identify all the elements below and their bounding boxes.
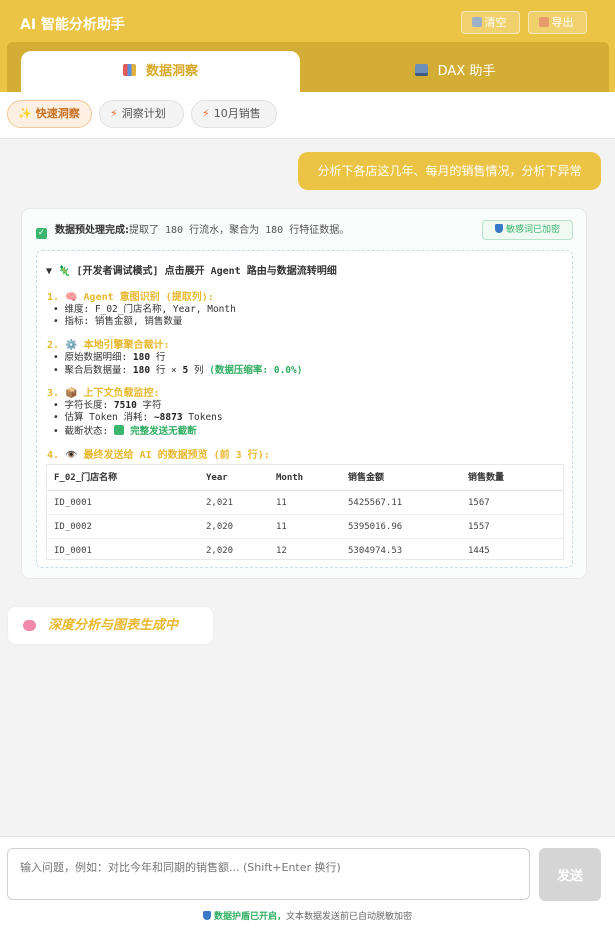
sensitive-label: 敏感词已加密 xyxy=(505,225,560,235)
input-area: 发送 数据护盾已开启，文本数据发送前已自动脱敏加密 xyxy=(0,836,615,930)
sparkle-icon: ✨ xyxy=(18,107,32,120)
chip-insight-plan[interactable]: ⚡ 洞察计划 xyxy=(99,100,184,128)
truncation-line: • 截断状态: 完整发送无截断 xyxy=(53,423,197,437)
bolt-icon: ⚡ xyxy=(202,107,210,120)
intent-metrics: • 指标: 销售金额, 销售数量 xyxy=(53,316,183,327)
generating-indicator: 深度分析与图表生成中 xyxy=(8,607,213,644)
table-cell: 5304974.53 xyxy=(348,546,403,556)
header-cell: 销售金额 xyxy=(348,473,385,483)
shield-icon xyxy=(494,224,503,233)
table-cell: 11 xyxy=(276,522,287,532)
table-row: ID_0001 2,021 11 5425567.11 1567 xyxy=(47,491,563,515)
tab-bar: 数据洞察 DAX 助手 xyxy=(7,42,609,92)
check-icon xyxy=(114,425,125,435)
laptop-icon xyxy=(414,64,428,76)
agg-cols: 5 xyxy=(182,365,189,376)
table-cell: ID_0001 xyxy=(54,546,92,556)
table-cell: 2,021 xyxy=(206,498,234,508)
chip-quick-insight[interactable]: ✨ 快速洞察 xyxy=(7,100,92,128)
token-value: ~8873 xyxy=(153,412,183,423)
truncation-status: 完整发送无截断 xyxy=(130,426,197,437)
raw-rows-line: • 原始数据明细: 180 行 xyxy=(53,349,165,363)
bar-chart-icon xyxy=(122,64,136,76)
header-cell: 销售数量 xyxy=(468,473,505,483)
app-header: AI 智能分析助手 清空 导出 数据洞察 DAX 助手 xyxy=(0,0,615,92)
table-cell: ID_0001 xyxy=(54,498,92,508)
table-cell: 5425567.11 xyxy=(348,498,403,508)
table-row: ID_0002 2,020 11 5395016.96 1557 xyxy=(47,515,563,539)
checkbox-icon: ✓ xyxy=(36,228,47,239)
preprocess-text: 提取了 180 行流水，聚合为 180 行特征数据。 xyxy=(129,225,350,236)
table-cell: 5395016.96 xyxy=(348,522,403,532)
export-icon xyxy=(538,17,549,27)
quick-actions-bar: ✨ 快速洞察 ⚡ 洞察计划 ⚡ 10月销售 xyxy=(0,92,615,139)
agg-suffix: 列 xyxy=(193,365,204,376)
chip-october-sales[interactable]: ⚡ 10月销售 xyxy=(191,100,277,128)
truncation-prefix: • 截断状态: xyxy=(53,426,109,437)
section-preview-title: 4. 👁️ 最终发送给 AI 的数据预览 (前 3 行): xyxy=(47,450,270,461)
data-preview-table: F_02_门店名称 Year Month 销售金额 销售数量 ID_0001 2… xyxy=(46,464,564,560)
table-cell: 1567 xyxy=(468,498,490,508)
header-cell: Month xyxy=(276,473,304,483)
agg-rows: 180 xyxy=(132,365,151,376)
compression-ratio: (数据压缩率: 0.0%) xyxy=(209,365,303,376)
aggregated-rows-line: • 聚合后数据量: 180 行 × 5 列 (数据压缩率: 0.0%) xyxy=(53,362,302,376)
tab-label: DAX 助手 xyxy=(437,64,496,79)
header-cell: Year xyxy=(206,473,228,483)
token-line: • 估算 Token 消耗: ~8873 Tokens xyxy=(53,409,223,423)
assistant-message-card: ✓ 数据预处理完成:提取了 180 行流水，聚合为 180 行特征数据。 敏感词已… xyxy=(21,208,587,579)
guard-text: 文本数据发送前已自动脱敏加密 xyxy=(286,912,413,922)
clear-label: 清空 xyxy=(484,16,507,29)
table-row: ID_0001 2,020 12 5304974.53 1445 xyxy=(47,539,563,563)
chip-label: 洞察计划 xyxy=(121,107,166,120)
table-cell: ID_0002 xyxy=(54,522,92,532)
brain-icon xyxy=(23,620,36,631)
token-prefix: • 估算 Token 消耗: xyxy=(53,412,149,423)
header-cell: F_02_门店名称 xyxy=(54,473,118,483)
user-message: 分析下各店这几年、每月的销售情况，分析下异常 xyxy=(298,152,601,190)
clear-button[interactable]: 清空 xyxy=(461,11,520,34)
chip-label: 快速洞察 xyxy=(35,107,80,120)
table-cell: 1445 xyxy=(468,546,490,556)
shield-icon xyxy=(202,911,211,920)
table-header: F_02_门店名称 Year Month 销售金额 销售数量 xyxy=(47,465,563,491)
debug-toggle[interactable]: ▼ 🦎 [开发者调试模式] 点击展开 Agent 路由与数据流转明细 xyxy=(46,262,337,277)
bolt-icon: ⚡ xyxy=(110,107,118,120)
data-guard-notice: 数据护盾已开启，文本数据发送前已自动脱敏加密 xyxy=(0,909,615,922)
trash-icon xyxy=(471,17,482,27)
tab-data-insight[interactable]: 数据洞察 xyxy=(21,51,300,92)
chip-label: 10月销售 xyxy=(213,107,261,120)
token-suffix: Tokens xyxy=(188,412,223,423)
agg-prefix: • 聚合后数据量: xyxy=(53,365,128,376)
guard-bold: 数据护盾已开启， xyxy=(213,912,286,922)
question-input[interactable] xyxy=(7,848,530,900)
export-button[interactable]: 导出 xyxy=(528,11,587,34)
send-button[interactable]: 发送 xyxy=(539,848,601,901)
generating-label: 深度分析与图表生成中 xyxy=(48,618,179,633)
agg-mid: 行 × xyxy=(155,365,183,376)
table-cell: 2,020 xyxy=(206,546,234,556)
preprocess-label: 数据预处理完成: xyxy=(55,225,129,236)
tab-dax-assistant[interactable]: DAX 助手 xyxy=(307,51,603,92)
table-cell: 1557 xyxy=(468,522,490,532)
table-cell: 12 xyxy=(276,546,287,556)
table-cell: 11 xyxy=(276,498,287,508)
tab-label: 数据洞察 xyxy=(145,64,198,79)
export-label: 导出 xyxy=(551,16,574,29)
preprocess-status: ✓ 数据预处理完成:提取了 180 行流水，聚合为 180 行特征数据。 xyxy=(36,221,349,239)
table-cell: 2,020 xyxy=(206,522,234,532)
developer-debug-panel: ▼ 🦎 [开发者调试模式] 点击展开 Agent 路由与数据流转明细 1. 🧠 … xyxy=(36,250,573,568)
app-title: AI 智能分析助手 xyxy=(20,17,125,33)
sensitive-badge: 敏感词已加密 xyxy=(482,220,573,240)
